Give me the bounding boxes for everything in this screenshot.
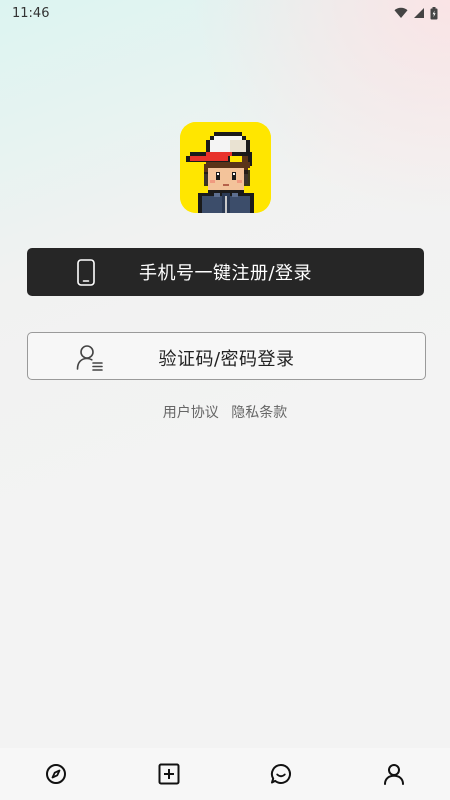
code-password-login-label: 验证码/密码登录 bbox=[158, 349, 295, 370]
signal-icon bbox=[414, 8, 424, 18]
agreement-links: 用户协议 隐私条款 bbox=[0, 402, 450, 422]
chat-bubble-icon bbox=[271, 763, 292, 784]
status-bar: 11:46 bbox=[0, 0, 450, 26]
pixel-boy-avatar-icon bbox=[180, 122, 271, 213]
bottom-nav bbox=[0, 748, 450, 800]
nav-profile[interactable] bbox=[374, 754, 414, 794]
status-icons bbox=[394, 6, 438, 20]
code-password-login-button[interactable]: 验证码/密码登录 bbox=[27, 332, 426, 380]
phone-login-button[interactable]: 手机号一键注册/登录 bbox=[27, 248, 424, 296]
wifi-icon bbox=[394, 7, 408, 19]
compass-icon bbox=[46, 764, 67, 784]
user-agreement-link[interactable]: 用户协议 bbox=[163, 405, 219, 421]
nav-create[interactable] bbox=[149, 754, 189, 794]
status-time: 11:46 bbox=[12, 5, 50, 21]
nav-messages[interactable] bbox=[261, 754, 301, 794]
privacy-policy-link[interactable]: 隐私条款 bbox=[231, 405, 287, 421]
phone-login-label: 手机号一键注册/登录 bbox=[138, 263, 313, 284]
nav-discover[interactable] bbox=[36, 754, 76, 794]
add-square-icon bbox=[158, 763, 180, 785]
battery-icon bbox=[430, 6, 438, 19]
app-logo bbox=[180, 122, 271, 213]
profile-icon bbox=[383, 764, 404, 785]
